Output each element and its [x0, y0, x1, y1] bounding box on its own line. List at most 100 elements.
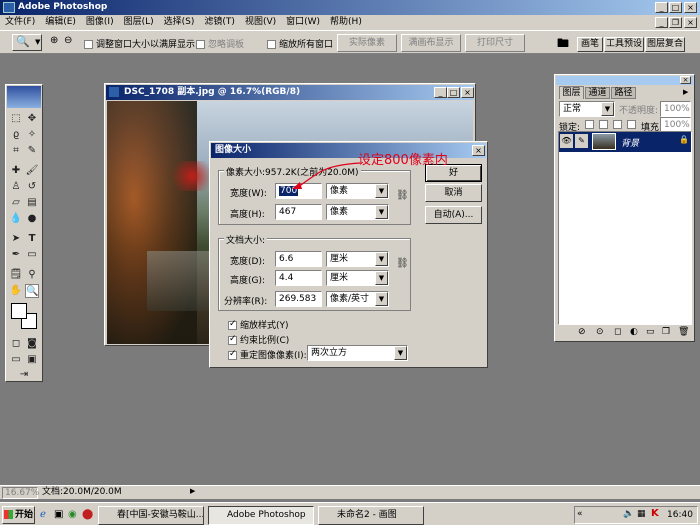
screen-mode-icon[interactable]: ▭: [9, 353, 23, 367]
doc-height-unit-select[interactable]: 厘米 ▼: [326, 270, 389, 286]
tab-channels[interactable]: 通道: [585, 87, 610, 99]
dodge-tool-icon[interactable]: ●: [25, 212, 39, 226]
menu-help[interactable]: 帮助(H): [325, 15, 367, 30]
menu-view[interactable]: 视图(V): [240, 15, 281, 30]
blend-mode-select[interactable]: 正常 ▼: [559, 101, 615, 117]
resample-check[interactable]: [228, 349, 237, 360]
docwin-maximize-button[interactable]: □: [447, 87, 460, 98]
fit-screen-button[interactable]: 满画布显示: [401, 34, 461, 52]
lock-transparency-check[interactable]: [585, 120, 594, 129]
marquee-tool-icon[interactable]: ⬚: [9, 112, 23, 126]
dialog-close-button[interactable]: ×: [472, 145, 485, 156]
type-tool-icon[interactable]: T: [25, 232, 39, 246]
lock-position-check[interactable]: [613, 120, 622, 129]
quicklaunch-app-icon[interactable]: ⬤: [82, 509, 93, 520]
tab-layer-comps[interactable]: 图层复合: [645, 37, 685, 52]
tab-tool-presets[interactable]: 工具预设: [604, 37, 644, 52]
menu-layer[interactable]: 图层(L): [119, 15, 159, 30]
cancel-button[interactable]: 取消: [425, 184, 482, 202]
taskbar-item-paint[interactable]: 未命名2 - 画图: [318, 506, 424, 525]
ignore-palettes-checkbox[interactable]: 忽略调板: [196, 37, 244, 50]
clone-stamp-icon[interactable]: ♙: [9, 180, 23, 194]
maximize-button[interactable]: □: [669, 2, 682, 13]
blur-tool-icon[interactable]: 💧: [9, 212, 23, 226]
actual-pixels-button[interactable]: 实际像素: [337, 34, 397, 52]
adjustment-layer-icon[interactable]: ◐: [630, 327, 638, 337]
taskbar-item-browser[interactable]: 春[中国-安徽马鞍山...: [98, 506, 204, 525]
menu-file[interactable]: 文件(F): [0, 15, 40, 30]
doc-height-input[interactable]: 4.4: [275, 270, 322, 286]
quick-mask-on-icon[interactable]: ◙: [25, 337, 39, 351]
path-select-icon[interactable]: ➤: [9, 232, 23, 246]
foreground-color-swatch[interactable]: [11, 303, 27, 319]
layer-mask-icon[interactable]: ◻: [614, 327, 621, 337]
fit-window-checkbox[interactable]: 调整窗口大小以满屏显示: [84, 37, 195, 50]
resolution-unit-select[interactable]: 像素/英寸 ▼: [326, 291, 389, 307]
print-size-button[interactable]: 打印尺寸: [465, 34, 525, 52]
zoom-tool-icon[interactable]: 🔍: [25, 284, 39, 298]
new-layer-icon[interactable]: ❐: [662, 327, 670, 337]
tray-k-icon[interactable]: K: [651, 508, 659, 519]
quick-mask-off-icon[interactable]: ◻: [9, 337, 23, 351]
resolution-input[interactable]: 269.583: [275, 291, 322, 307]
pixel-height-input[interactable]: 467: [275, 204, 322, 220]
zoom-level-field[interactable]: 16.67%: [2, 487, 39, 499]
constrain-checkbox[interactable]: 约束比例(C): [228, 333, 289, 346]
tray-expand-icon[interactable]: «: [577, 509, 583, 519]
delete-layer-icon[interactable]: 🗑: [678, 327, 689, 337]
zoom-all-checkbox[interactable]: 缩放所有窗口: [267, 37, 333, 50]
menu-select[interactable]: 选择(S): [159, 15, 200, 30]
eyedropper-icon[interactable]: ⚲: [25, 268, 39, 282]
tab-layers[interactable]: 图层: [559, 86, 584, 99]
panel-menu-icon[interactable]: ▶: [683, 88, 688, 96]
menu-image[interactable]: 图像(I): [81, 15, 119, 30]
doc-width-input[interactable]: 6.6: [275, 251, 322, 267]
resample-checkbox[interactable]: 重定图像像素(I):: [228, 348, 307, 361]
hand-tool-icon[interactable]: ✋: [9, 284, 23, 298]
constrain-check[interactable]: [228, 334, 237, 345]
history-brush-icon[interactable]: ↺: [25, 180, 39, 194]
lock-all-check[interactable]: [627, 120, 636, 129]
scale-styles-checkbox[interactable]: 缩放样式(Y): [228, 318, 289, 331]
pixel-height-unit-select[interactable]: 像素 ▼: [326, 204, 389, 220]
crop-tool-icon[interactable]: ⌗: [9, 144, 23, 158]
fit-window-check[interactable]: [84, 40, 93, 49]
tray-network-icon[interactable]: ▦: [637, 509, 646, 519]
tab-paths[interactable]: 路径: [611, 87, 636, 99]
gradient-tool-icon[interactable]: ▤: [25, 196, 39, 210]
shape-tool-icon[interactable]: ▭: [25, 248, 39, 262]
healing-brush-icon[interactable]: ✚: [9, 164, 23, 178]
quicklaunch-ie-icon[interactable]: ℯ: [40, 509, 46, 520]
menu-edit[interactable]: 编辑(E): [40, 15, 81, 30]
menu-filter[interactable]: 滤镜(T): [199, 15, 240, 30]
magic-wand-icon[interactable]: ✧: [25, 128, 39, 142]
move-tool-icon[interactable]: ✥: [25, 112, 39, 126]
full-screen-icon[interactable]: ▣: [25, 353, 39, 367]
status-menu-arrow[interactable]: ▶: [190, 487, 195, 495]
lock-image-check[interactable]: [599, 120, 608, 129]
notes-tool-icon[interactable]: 🗒: [9, 268, 23, 282]
layer-row-background[interactable]: 👁 ✎ 背景 🔒: [559, 132, 691, 152]
eraser-tool-icon[interactable]: ▱: [9, 196, 23, 210]
tray-volume-icon[interactable]: 🔈: [623, 509, 634, 519]
close-button[interactable]: ×: [684, 2, 697, 13]
auto-button[interactable]: 自动(A)...: [425, 206, 482, 224]
menu-window[interactable]: 窗口(W): [281, 15, 325, 30]
docwin-minimize-button[interactable]: _: [434, 87, 447, 98]
new-group-icon[interactable]: ▭: [646, 327, 655, 337]
palette-well-icon[interactable]: 🖿: [557, 34, 569, 55]
zoom-in-icon[interactable]: ⊕: [50, 35, 58, 46]
resample-method-select[interactable]: 两次立方 ▼: [307, 345, 408, 361]
link-layers-icon[interactable]: ⊘: [578, 327, 586, 337]
jump-to-imageready-icon[interactable]: ⇥: [17, 368, 31, 382]
slice-tool-icon[interactable]: ✎: [25, 144, 39, 158]
pen-tool-icon[interactable]: ✒: [9, 248, 23, 262]
doc-width-unit-select[interactable]: 厘米 ▼: [326, 251, 389, 267]
tab-brushes[interactable]: 画笔: [577, 37, 603, 52]
ignore-palettes-check[interactable]: [196, 40, 205, 49]
panel-close-button[interactable]: ×: [680, 76, 691, 84]
zoom-out-icon[interactable]: ⊖: [64, 35, 72, 46]
minimize-button[interactable]: _: [655, 2, 668, 13]
quicklaunch-media-icon[interactable]: ◉: [68, 509, 77, 520]
doc-close-button[interactable]: ×: [684, 17, 697, 28]
